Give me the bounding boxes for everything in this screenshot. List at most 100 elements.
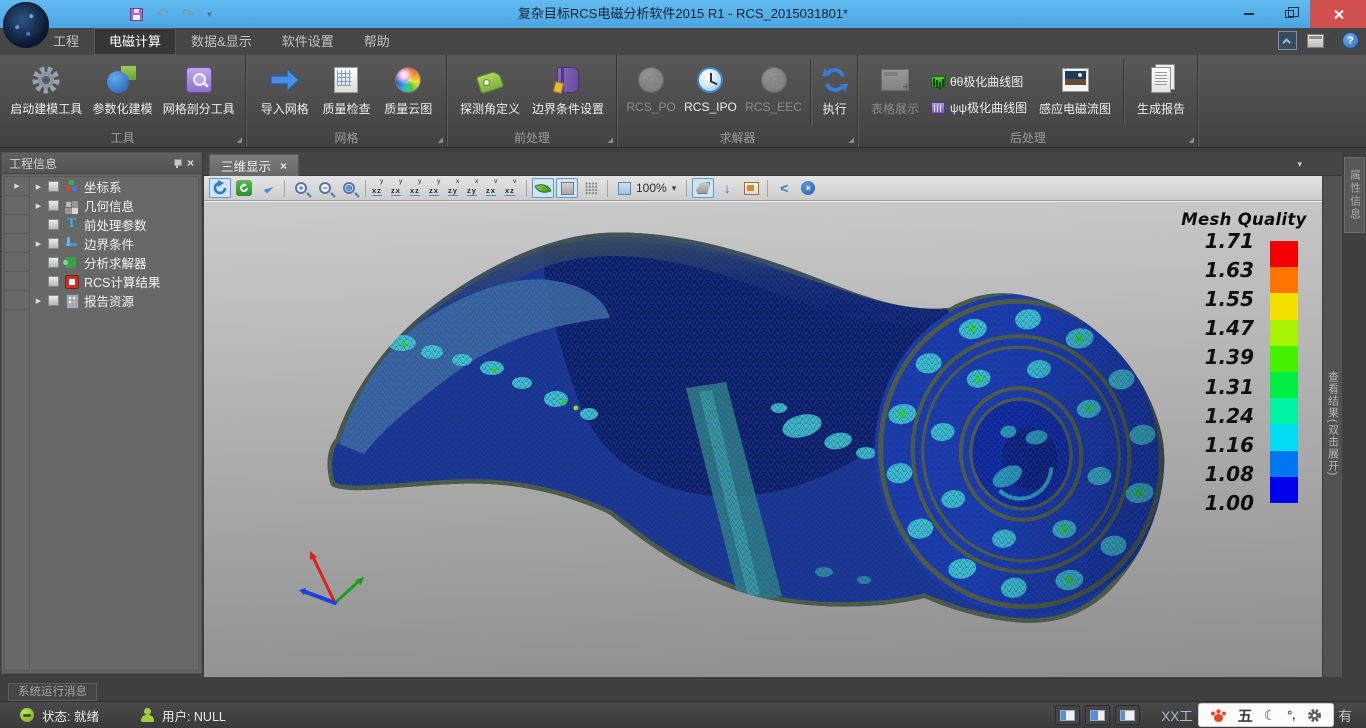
tab-list-dropdown-icon[interactable]: ▾ [1297,159,1302,170]
minimize-button[interactable] [1228,0,1269,28]
share-button[interactable]: < [773,178,795,198]
gear-icon[interactable] [1307,708,1322,723]
psi-psi-curve-button[interactable]: ψψ极化曲线图 [931,99,1027,116]
import-view-button[interactable]: ↓ [716,178,738,198]
quality-cloud-map-button[interactable]: 质量云图 [384,55,432,130]
panel-close-icon[interactable]: × [187,157,194,169]
close-view-button[interactable]: × [797,178,819,198]
ime-mode-label[interactable]: 五 [1238,705,1253,726]
sync-view-button[interactable] [233,178,255,198]
3d-viewport[interactable]: Mesh Quality 1.71 1.63 1.55 1.47 1.39 1.… [204,201,1322,677]
view-orientation-button[interactable]: yzx [390,178,407,198]
tree-item-boundary-conditions[interactable]: ▶ 边界条件 [30,234,198,253]
gutter-cell[interactable]: ▶ [5,177,29,196]
results-splitter-bar[interactable]: 查看结果(双击展开) [1322,176,1342,677]
collapse-ribbon-button[interactable] [1278,31,1297,50]
render-smooth-button[interactable] [532,178,554,198]
expander-icon[interactable]: ▶ [33,297,44,305]
zoom-in-button[interactable]: + [290,178,312,198]
dialog-launcher-icon[interactable]: ◢ [237,136,242,144]
checkbox[interactable] [48,219,59,230]
layout-center-button[interactable] [1085,705,1110,725]
view-orientation-button[interactable]: vxz [504,178,521,198]
checkbox[interactable] [48,238,59,249]
import-mesh-button[interactable]: 导入网格 [261,55,309,130]
status-indicator-icon [20,708,34,722]
checkbox[interactable] [48,295,59,306]
render-points-button[interactable] [580,178,602,198]
rcs-ipo-button[interactable]: RCS_IPO [684,55,737,130]
dialog-launcher-icon[interactable]: ◢ [438,136,443,144]
table-display-button[interactable]: 表格展示 [871,55,919,130]
redo-icon[interactable]: ↷ [182,7,195,22]
punctuation-icon[interactable]: °, [1287,708,1295,722]
window-style-button[interactable]: ▾ [1307,34,1332,48]
zoom-out-button[interactable]: − [314,178,336,198]
expander-icon[interactable]: ▶ [33,183,44,191]
tab-close-icon[interactable]: × [280,159,287,173]
tab-3d-display[interactable]: 三维显示 × [209,154,299,176]
tree-item-analysis-solver[interactable]: 分析求解器 [30,253,198,272]
expander-icon[interactable]: ▶ [33,240,44,248]
table-plus-icon [881,63,909,96]
undo-icon[interactable]: ↶ [156,7,169,22]
app-logo[interactable] [3,2,49,48]
qat-dropdown-icon[interactable]: ▾ [207,9,212,20]
green-chart-icon [931,76,945,88]
pin-icon[interactable] [173,158,181,168]
pan-view-button[interactable] [257,178,279,198]
zoom-level-control[interactable]: 100% ▾ [613,181,681,195]
tab-em-computation[interactable]: 电磁计算 [94,28,176,55]
tree-item-report-resources[interactable]: ▶ 报告资源 [30,291,198,310]
execute-button[interactable]: 执行 [821,55,849,130]
help-button[interactable]: ? [1342,32,1359,49]
layout-left-button[interactable] [1055,705,1080,725]
mesh-partition-tool-button[interactable]: 网格剖分工具 [163,55,235,130]
probe-angle-define-button[interactable]: 探测角定义 [460,55,520,130]
dialog-launcher-icon[interactable]: ◢ [1189,136,1194,144]
moon-icon[interactable]: ☾ [1264,708,1277,722]
rcs-eec-button[interactable]: RCS_EEC [745,55,802,130]
view-orientation-button[interactable]: yzx [428,178,445,198]
boundary-condition-settings-button[interactable]: 边界条件设置 [532,55,604,130]
rotate-view-button[interactable] [209,178,231,198]
tree-item-rcs-results[interactable]: RCS计算结果 [30,272,198,291]
tree-item-geometry-info[interactable]: ▶ 几何信息 [30,196,198,215]
rcs-po-button[interactable]: RCS_PO [626,55,675,130]
zoom-dropdown-icon[interactable]: ▾ [672,183,677,194]
close-button[interactable] [1310,0,1366,28]
export-image-button[interactable] [740,178,762,198]
zoom-fit-button[interactable]: ⊕ [338,178,360,198]
render-shaded-button[interactable] [556,178,578,198]
view-orientation-button[interactable]: yxz [409,178,426,198]
checkbox[interactable] [48,181,59,192]
view-orientation-button[interactable]: yxz [371,178,388,198]
expander-icon[interactable]: ▶ [33,202,44,210]
ime-toolbar[interactable]: 五 ☾ °, [1198,703,1334,727]
theta-theta-curve-button[interactable]: θθ极化曲线图 [931,73,1027,90]
generate-report-button[interactable]: 生成报告 [1137,55,1185,130]
dialog-launcher-icon[interactable]: ◢ [849,136,854,144]
checkbox[interactable] [48,276,59,287]
view-orientation-button[interactable]: vzx [485,178,502,198]
property-info-dock-tab[interactable]: 属性信息 [1344,157,1365,233]
system-messages-tab[interactable]: 系统运行消息 [8,683,97,701]
tab-help[interactable]: 帮助 [349,28,405,55]
tree-item-coordinate-system[interactable]: ▶ 坐标系 [30,177,198,196]
quality-check-button[interactable]: 质量检查 [322,55,370,130]
tab-software-settings[interactable]: 软件设置 [267,28,349,55]
induced-current-map-button[interactable]: 感应电磁流图 [1039,55,1111,130]
dialog-launcher-icon[interactable]: ◢ [608,136,613,144]
layout-right-button[interactable] [1115,705,1140,725]
view-orientation-button[interactable]: xzy [447,178,464,198]
restore-button[interactable] [1269,0,1310,28]
tab-data-display[interactable]: 数据&显示 [176,28,267,55]
checkbox[interactable] [48,200,59,211]
tree-item-preprocess-params[interactable]: T 前处理参数 [30,215,198,234]
selection-mode-button[interactable] [692,178,714,198]
launch-modeling-tool-button[interactable]: 启动建模工具 [10,55,82,130]
checkbox[interactable] [48,257,59,268]
parametric-modeling-button[interactable]: 参数化建模 [92,55,152,130]
save-icon[interactable] [130,8,143,21]
view-orientation-button[interactable]: xzy [466,178,483,198]
